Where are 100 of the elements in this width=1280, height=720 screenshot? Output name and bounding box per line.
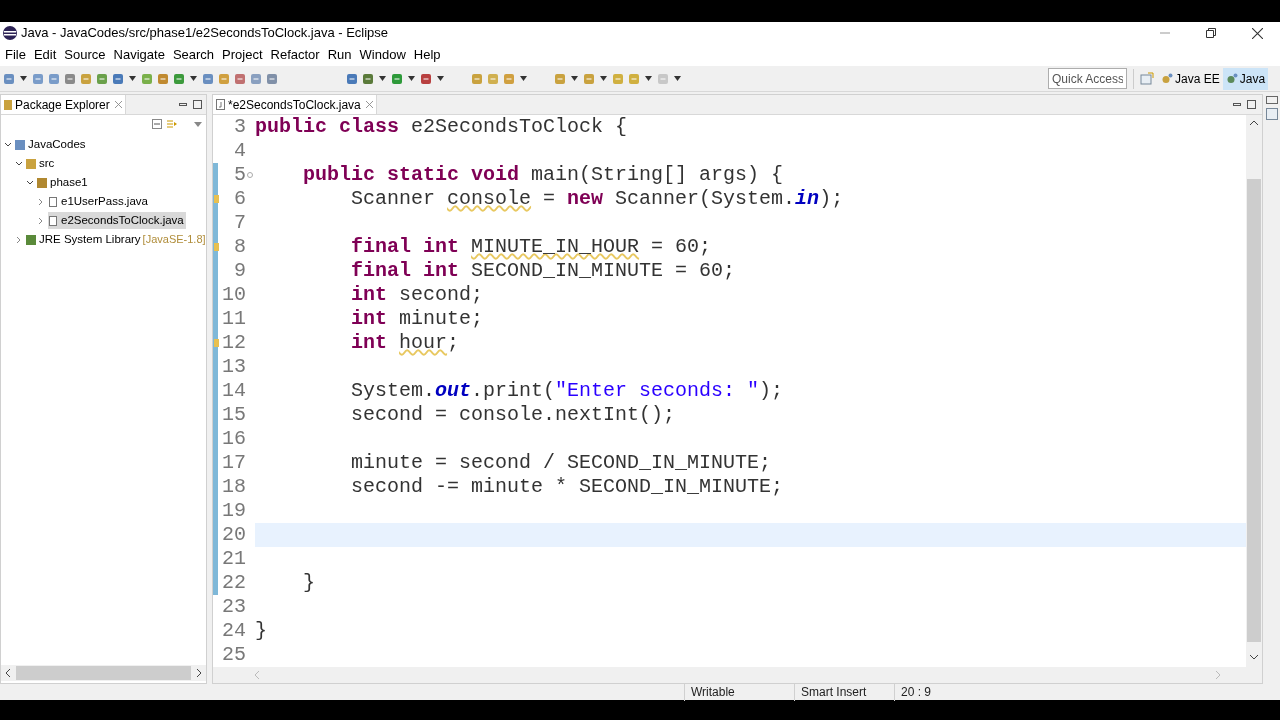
tree-item[interactable]: e2SecondsToClock.java <box>48 212 186 229</box>
maximize-icon[interactable] <box>193 100 202 109</box>
line-number: 14 <box>221 381 246 401</box>
code-line: Scanner console = new Scanner(System.in); <box>350 186 844 212</box>
expanded-chevron-icon[interactable] <box>15 159 23 168</box>
view-menu-icon[interactable] <box>194 120 202 128</box>
line-number: 13 <box>221 357 246 377</box>
menu-item[interactable]: Edit <box>29 45 61 65</box>
perspective-icon <box>1225 72 1238 85</box>
perspective-button[interactable]: Java EE <box>1158 67 1223 90</box>
tree-item[interactable]: JRE System Library [JavaSE-1.8] <box>26 231 206 248</box>
line-number: 4 <box>233 141 246 161</box>
expanded-chevron-icon[interactable] <box>4 140 12 149</box>
line-number: 11 <box>221 309 246 329</box>
line-number: 24 <box>221 621 246 641</box>
code-line: int hour; <box>350 330 460 356</box>
link-editor-icon[interactable] <box>166 119 178 129</box>
menu-item[interactable]: Refactor <box>266 45 324 65</box>
java-file-icon <box>48 215 58 226</box>
tree-item[interactable]: phase1 <box>37 174 90 191</box>
line-number: 20 <box>221 525 246 545</box>
minimize-icon[interactable] <box>1233 100 1241 109</box>
code-line: System.out.print("Enter seconds: "); <box>350 378 784 404</box>
tree-item[interactable]: src <box>26 155 57 172</box>
caret-icon[interactable] <box>674 76 681 81</box>
menu-item[interactable]: Help <box>409 45 445 65</box>
tree-item[interactable]: JavaCodes <box>15 136 88 153</box>
caret-icon[interactable] <box>379 76 386 81</box>
menu-item[interactable]: Run <box>323 45 356 65</box>
restore-icon[interactable] <box>1265 96 1278 104</box>
line-number: 16 <box>221 429 246 449</box>
editor-tab[interactable]: *e2SecondsToClock.java <box>213 95 377 114</box>
line-number: 21 <box>221 549 246 569</box>
code-line: second -= minute * SECOND_IN_MINUTE; <box>350 474 784 500</box>
perspective-icon <box>1161 72 1173 85</box>
menu-item[interactable]: Source <box>60 45 110 65</box>
close-icon[interactable] <box>365 101 373 108</box>
outline-icon[interactable] <box>1265 108 1278 120</box>
restore-icon <box>1206 28 1216 38</box>
caret-icon[interactable] <box>408 76 415 81</box>
collapse-all-icon[interactable] <box>152 119 162 129</box>
line-number: 9 <box>233 261 246 281</box>
caret-icon[interactable] <box>20 76 27 81</box>
line-number: 12 <box>221 333 246 353</box>
java-file-icon <box>48 196 58 207</box>
open-perspective-icon[interactable] <box>1140 71 1154 86</box>
code-line: } <box>302 570 315 596</box>
line-number: 8 <box>233 237 246 257</box>
caret-icon[interactable] <box>600 76 607 81</box>
caret-icon[interactable] <box>129 76 136 81</box>
code-line: int minute; <box>350 306 484 332</box>
caret-icon[interactable] <box>520 76 527 81</box>
caret-icon[interactable] <box>571 76 578 81</box>
line-number: 18 <box>221 477 246 497</box>
horizontal-scrollbar-thumb[interactable] <box>16 666 191 680</box>
code-line: final int SECOND_IN_MINUTE = 60; <box>350 258 736 284</box>
caret-icon[interactable] <box>437 76 444 81</box>
java-file-icon <box>216 99 225 110</box>
caret-icon[interactable] <box>645 76 652 81</box>
collapsed-chevron-icon[interactable] <box>15 235 23 244</box>
menu-item[interactable]: Search <box>168 45 219 65</box>
menu-item[interactable]: Navigate <box>109 45 169 65</box>
collapsed-chevron-icon[interactable] <box>37 197 45 206</box>
code-line: public class e2SecondsToClock { <box>255 115 628 140</box>
menu-item[interactable]: Window <box>355 45 410 65</box>
expanded-chevron-icon[interactable] <box>26 178 34 187</box>
package-explorer-tab[interactable]: Package Explorer <box>1 95 126 114</box>
caret-icon[interactable] <box>190 76 197 81</box>
line-number: 19 <box>221 501 246 521</box>
code-line: final int MINUTE_IN_HOUR = 60; <box>350 234 712 260</box>
perspective-button[interactable]: Java <box>1222 67 1269 90</box>
scroll-up-icon[interactable] <box>1249 119 1259 127</box>
line-number: 10 <box>221 285 246 305</box>
code-line: second = console.nextInt(); <box>350 402 676 428</box>
scroll-left-icon[interactable] <box>4 668 12 678</box>
quick-access-field[interactable]: Quick Access <box>1048 68 1127 89</box>
code-line: } <box>255 618 267 644</box>
code-line: public static void main(String[] args) { <box>302 162 784 188</box>
code-line: minute = second / SECOND_IN_MINUTE; <box>350 450 772 476</box>
line-number: 17 <box>221 453 246 473</box>
line-number: 6 <box>233 189 246 209</box>
collapsed-chevron-icon[interactable] <box>37 216 45 225</box>
line-number: 25 <box>221 645 246 665</box>
code-line: int second; <box>350 282 484 308</box>
menu-item[interactable]: Project <box>218 45 267 65</box>
line-number: 23 <box>221 597 246 617</box>
close-icon[interactable] <box>114 101 122 108</box>
window-title: Java - JavaCodes/src/phase1/e2SecondsToClock.java - Eclipse <box>21 24 389 43</box>
scroll-down-icon[interactable] <box>1249 653 1259 661</box>
line-number: 22 <box>221 573 246 593</box>
scroll-right-icon[interactable] <box>195 668 203 678</box>
minimize-icon[interactable] <box>179 100 187 109</box>
line-number: 5 <box>233 165 246 185</box>
line-number: 3 <box>233 117 246 137</box>
minimize-icon <box>1160 32 1170 34</box>
menu-item[interactable]: File <box>1 45 30 65</box>
maximize-icon[interactable] <box>1247 100 1256 109</box>
line-number: 7 <box>233 213 246 233</box>
tree-item[interactable]: e1UserPass.java <box>48 193 150 210</box>
vertical-scrollbar-thumb[interactable] <box>1247 179 1261 642</box>
